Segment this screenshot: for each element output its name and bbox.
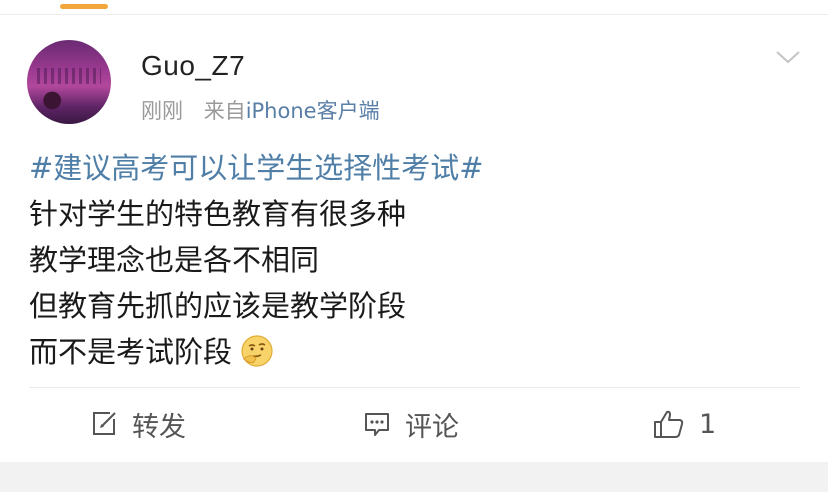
like-count: 1	[699, 408, 717, 440]
tab-indicator	[60, 4, 108, 9]
hashtag-topic[interactable]: #建议高考可以让学生选择性考试#	[29, 145, 799, 191]
post-line: 针对学生的特色教育有很多种	[29, 197, 407, 231]
post-time: 刚刚	[141, 99, 183, 123]
post-line-last: 而不是考试阶段	[29, 329, 799, 375]
repost-button[interactable]: 转发	[90, 404, 186, 444]
comment-label: 评论	[405, 411, 459, 443]
post-content: #建议高考可以让学生选择性考试# 针对学生的特色教育有很多种 教学理念也是各不相…	[29, 145, 799, 375]
actions-divider	[29, 387, 800, 388]
top-divider	[0, 14, 828, 15]
post-meta: 刚刚 来自iPhone客户端	[141, 95, 380, 125]
feed-separator	[0, 462, 828, 492]
post-line: 教学理念也是各不相同	[29, 243, 320, 277]
username[interactable]: Guo_Z7	[141, 50, 245, 82]
thumbs-up-icon	[654, 410, 684, 438]
post-source-device[interactable]: iPhone客户端	[246, 99, 380, 123]
comment-button[interactable]: 评论	[363, 404, 459, 444]
comment-icon	[365, 413, 389, 436]
post-line: 但教育先抓的应该是教学阶段	[29, 289, 407, 323]
avatar[interactable]	[27, 40, 111, 124]
post-line: 而不是考试阶段	[29, 335, 233, 369]
repost-icon	[93, 412, 116, 435]
chevron-down-icon[interactable]	[774, 46, 802, 68]
repost-label: 转发	[132, 411, 186, 443]
like-button[interactable]: 1	[653, 404, 716, 444]
thinking-face-icon	[241, 335, 273, 367]
post-source-prefix: 来自	[203, 99, 246, 123]
